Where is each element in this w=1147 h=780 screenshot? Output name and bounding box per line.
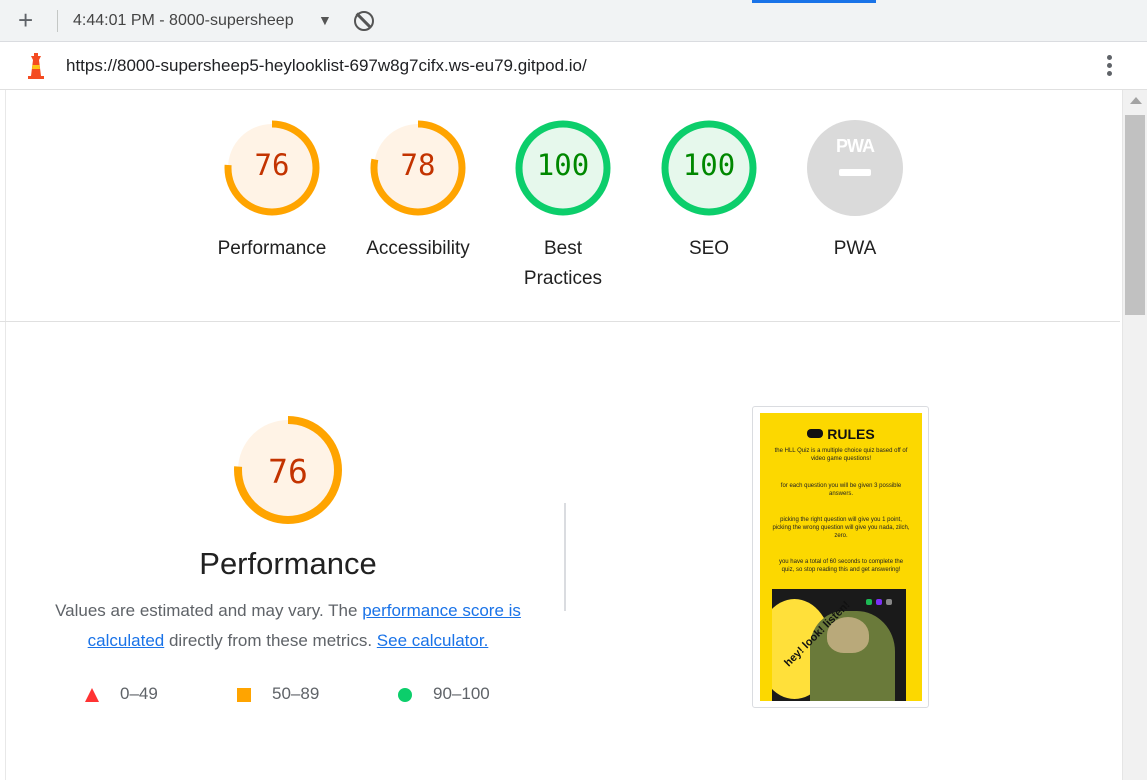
triangle-icon (85, 688, 99, 702)
square-icon (237, 688, 251, 702)
gauge-accessibility[interactable]: 78 Accessibility (345, 118, 491, 264)
screenshot-artwork: hey! look! listen! (772, 589, 906, 701)
see-calculator-link[interactable]: See calculator. (377, 631, 489, 650)
more-options-icon[interactable] (1100, 52, 1120, 80)
gauge-label: Best Practices (523, 238, 603, 289)
screenshot-paragraph: you have a total of 60 seconds to comple… (778, 559, 904, 573)
chevron-down-icon[interactable]: ▼ (318, 12, 332, 28)
final-screenshot[interactable]: RULES the HLL Quiz is a multiple choice … (752, 406, 929, 708)
performance-score: 76 (268, 452, 308, 491)
performance-description: Values are estimated and may vary. The p… (38, 596, 538, 656)
pwa-badge-text: PWA (835, 136, 875, 156)
screenshot-paragraph: picking the right question will give you… (772, 517, 910, 539)
desc-text: directly from these metrics. (164, 631, 377, 650)
gauge-label: SEO (688, 238, 730, 259)
legend-range: 50–89 (272, 684, 320, 703)
report-url: https://8000-supersheep5-heylooklist-697… (66, 56, 587, 75)
lighthouse-icon (28, 53, 44, 79)
new-report-button[interactable]: + (18, 7, 33, 33)
pwa-dash (839, 169, 871, 176)
gauge-score: 100 (682, 148, 736, 182)
pwa-badge-icon (807, 120, 903, 216)
gamepad-icon (807, 429, 824, 438)
performance-section: 76 Performance Values are estimated and … (0, 323, 1120, 780)
score-summary: 76 Performance 78 Accessibility 100 Best… (0, 90, 1120, 322)
desc-text: Values are estimated and may vary. The (55, 601, 363, 620)
screenshot-heading: RULES (760, 426, 922, 442)
screenshot-paragraph: for each question you will be given 3 po… (780, 483, 902, 497)
scrollbar[interactable] (1122, 90, 1147, 780)
gauge-performance[interactable]: 76 Performance (199, 118, 345, 264)
gauge-label: Performance (217, 238, 327, 259)
clear-icon[interactable] (354, 11, 374, 31)
screenshot-paragraph: the HLL Quiz is a multiple choice quiz b… (774, 448, 908, 462)
report-url-bar: https://8000-supersheep5-heylooklist-697… (0, 42, 1147, 90)
toolbar-divider (57, 10, 58, 32)
screenshot-page: RULES the HLL Quiz is a multiple choice … (760, 413, 922, 701)
performance-title: Performance (199, 546, 377, 581)
scroll-up-icon[interactable] (1130, 97, 1142, 104)
scrollbar-thumb[interactable] (1125, 115, 1145, 315)
gauge-score: 100 (536, 148, 590, 182)
gauge-label: Accessibility (366, 238, 470, 259)
devtools-toolbar: + 4:44:01 PM - 8000-supersheep ▼ (0, 0, 1147, 42)
report-selector[interactable]: 4:44:01 PM - 8000-supersheep (73, 12, 294, 30)
gauge-score: 78 (400, 148, 436, 182)
legend-range: 90–100 (433, 684, 490, 703)
circle-icon (398, 688, 412, 702)
gauge-seo[interactable]: 100 SEO (636, 118, 782, 264)
active-tab-indicator (752, 0, 876, 3)
gauge-score: 76 (254, 148, 290, 182)
gauge-best-practices[interactable]: 100 Best Practices (490, 118, 636, 294)
legend-range: 0–49 (120, 684, 158, 703)
gauge-label: PWA (833, 238, 877, 259)
gauge-pwa[interactable]: PWA PWA (782, 118, 928, 264)
section-divider (564, 503, 566, 611)
